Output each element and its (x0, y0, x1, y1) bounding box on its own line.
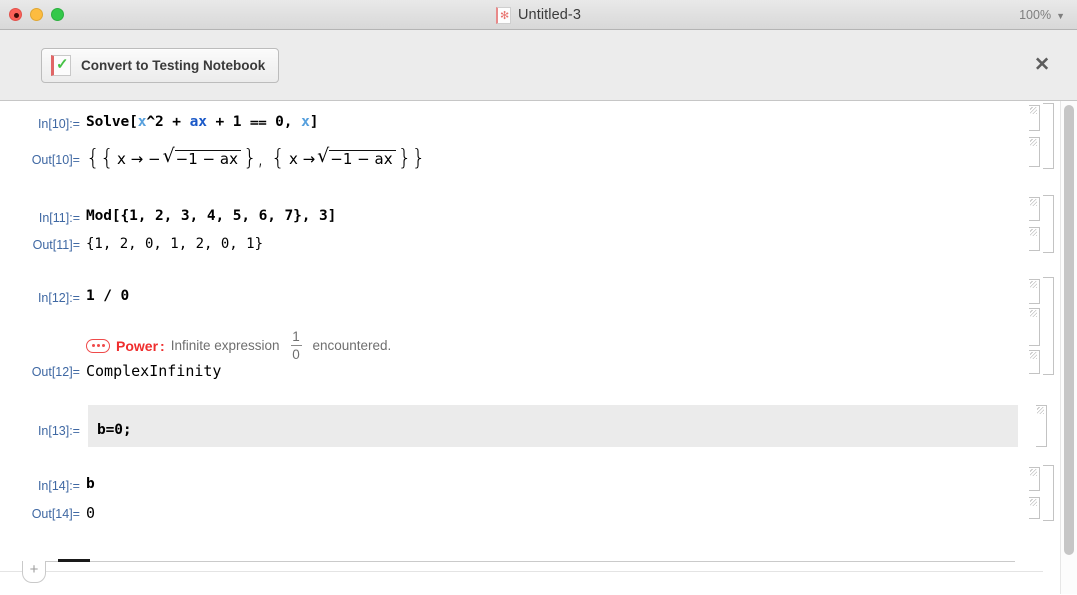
zoom-level-control[interactable]: 100% ▼ (1019, 0, 1065, 30)
output-cell-12[interactable]: Out[12]= ComplexInfinity (0, 361, 1060, 389)
ellipsis-badge-icon[interactable] (86, 339, 110, 353)
cell-group-10: In[10]:= Solve[x^2 + ax + 1 ⩵ 0, x] Out[… (0, 101, 1060, 193)
message-body: Power: Infinite expression 1 0 encounter… (86, 317, 391, 362)
input-label-12: In[12]:= (0, 287, 86, 305)
notebook-scroll-area: In[10]:= Solve[x^2 + ax + 1 ⩵ 0, x] Out[… (0, 101, 1060, 594)
sqrt-sign-icon: √ (317, 148, 329, 167)
output-cell-14[interactable]: Out[14]= 0 (0, 503, 1060, 531)
brace-mid: }, { (243, 146, 285, 171)
notebook-body: In[10]:= Solve[x^2 + ax + 1 ⩵ 0, x] Out[… (0, 101, 1077, 594)
title-bar: ✻ Untitled-3 100% ▼ (0, 0, 1077, 30)
code-token: + 1 ⩵ 0, (207, 114, 301, 130)
input-code-10[interactable]: Solve[x^2 + ax + 1 ⩵ 0, x] (86, 113, 1060, 130)
sqrt-2: √ −1 − ax (317, 149, 395, 168)
close-window-button[interactable] (9, 8, 22, 21)
rule-lhs-2: x → (289, 150, 315, 168)
message-tag: Power (116, 338, 158, 354)
input-label-13: In[13]:= (0, 412, 86, 438)
message-text-after: encountered. (313, 338, 392, 353)
convert-button-label: Convert to Testing Notebook (81, 58, 265, 73)
insertion-caret (58, 559, 90, 562)
chevron-down-icon: ▼ (1056, 11, 1065, 21)
input-cell-12[interactable]: In[12]:= 1 / 0 (0, 287, 1060, 317)
window-title-group: ✻ Untitled-3 (0, 0, 1077, 30)
fraction-denominator: 0 (292, 347, 300, 362)
input-label-10: In[10]:= (0, 113, 86, 131)
output-label-10: Out[10]= (0, 143, 86, 167)
output-expression-10: {{ x → − √ −1 − ax }, { x → √ −1 − ax (86, 143, 1060, 171)
sqrt-radicand-2: −1 − ax (329, 150, 395, 168)
output-expression-12: ComplexInfinity (86, 361, 1060, 380)
insertion-line (46, 561, 1015, 562)
output-math-10: {{ x → − √ −1 − ax }, { x → √ −1 − ax (86, 146, 426, 171)
sqrt-1: √ −1 − ax (163, 149, 241, 168)
window-title: Untitled-3 (518, 7, 581, 23)
code-token: ] (310, 114, 319, 130)
code-token-undefined: ax (190, 114, 207, 130)
fraction-bar (291, 345, 302, 346)
sqrt-sign-icon: √ (163, 148, 175, 167)
input-code-14[interactable]: b (86, 475, 1060, 492)
cell-group-12: In[12]:= 1 / 0 Power: Infinite expressio… (0, 275, 1060, 403)
input-cell-14[interactable]: In[14]:= b (0, 475, 1060, 503)
window-controls (0, 8, 64, 21)
input-cell-10[interactable]: In[10]:= Solve[x^2 + ax + 1 ⩵ 0, x] (0, 113, 1060, 143)
input-code-13[interactable]: b=0; (86, 412, 1060, 438)
vertical-scrollbar[interactable] (1060, 101, 1077, 594)
input-code-12[interactable]: 1 / 0 (86, 287, 1060, 304)
output-cell-11[interactable]: Out[11]= {1, 2, 0, 1, 2, 0, 1} (0, 235, 1060, 263)
close-banner-button[interactable]: ✕ (1034, 56, 1050, 75)
convert-to-testing-notebook-button[interactable]: ✓ Convert to Testing Notebook (41, 48, 279, 83)
zoom-level-value: 100% (1019, 8, 1051, 22)
message-cell-12[interactable]: Power: Infinite expression 1 0 encounter… (0, 317, 1060, 361)
input-code-11[interactable]: Mod[{1, 2, 3, 4, 5, 6, 7}, 3] (86, 207, 1060, 224)
maximize-window-button[interactable] (51, 8, 64, 21)
insertion-point-row: + (0, 558, 1043, 592)
cell-group-14: In[14]:= b Out[14]= 0 (0, 463, 1060, 539)
cell-group-13: In[13]:= b=0; (0, 403, 1060, 463)
output-label-12: Out[12]= (0, 361, 86, 379)
output-label-14: Out[14]= (0, 503, 86, 521)
output-expression-14: 0 (86, 503, 1060, 522)
input-label-11: In[11]:= (0, 207, 86, 225)
brace-open: {{ (86, 146, 114, 171)
green-check-page-icon: ✓ (51, 55, 71, 76)
notebook-icon: ✻ (496, 7, 511, 24)
sqrt-radicand-1: −1 − ax (175, 150, 241, 168)
minimize-window-button[interactable] (30, 8, 43, 21)
bracket-flag-icon (1030, 199, 1037, 206)
message-colon: : (160, 338, 165, 354)
input-label-14: In[14]:= (0, 475, 86, 493)
output-expression-11: {1, 2, 0, 1, 2, 0, 1} (86, 235, 1060, 252)
input-cell-11[interactable]: In[11]:= Mod[{1, 2, 3, 4, 5, 6, 7}, 3] (0, 207, 1060, 235)
input-cell-13[interactable]: In[13]:= b=0; (0, 412, 1060, 454)
code-token-symbol: x (301, 114, 310, 130)
code-token: ^2 + (146, 114, 189, 130)
fraction-numerator: 1 (292, 329, 300, 344)
message-fraction: 1 0 (291, 329, 302, 362)
insert-cell-button[interactable]: + (22, 561, 46, 583)
scrollbar-thumb[interactable] (1064, 105, 1074, 555)
code-token: Solve[ (86, 114, 138, 130)
cell-group-11: In[11]:= Mod[{1, 2, 3, 4, 5, 6, 7}, 3] O… (0, 193, 1060, 275)
brace-close: }} (398, 146, 426, 171)
message-text-before: Infinite expression (171, 338, 280, 353)
mathematica-window: ✻ Untitled-3 100% ▼ ✓ Convert to Testing… (0, 0, 1077, 595)
convert-banner: ✓ Convert to Testing Notebook ✕ (0, 30, 1077, 101)
output-label-11: Out[11]= (0, 235, 86, 252)
output-cell-10[interactable]: Out[10]= {{ x → − √ −1 − ax }, { x → (0, 143, 1060, 183)
rule-lhs-1: x → − (117, 150, 161, 168)
